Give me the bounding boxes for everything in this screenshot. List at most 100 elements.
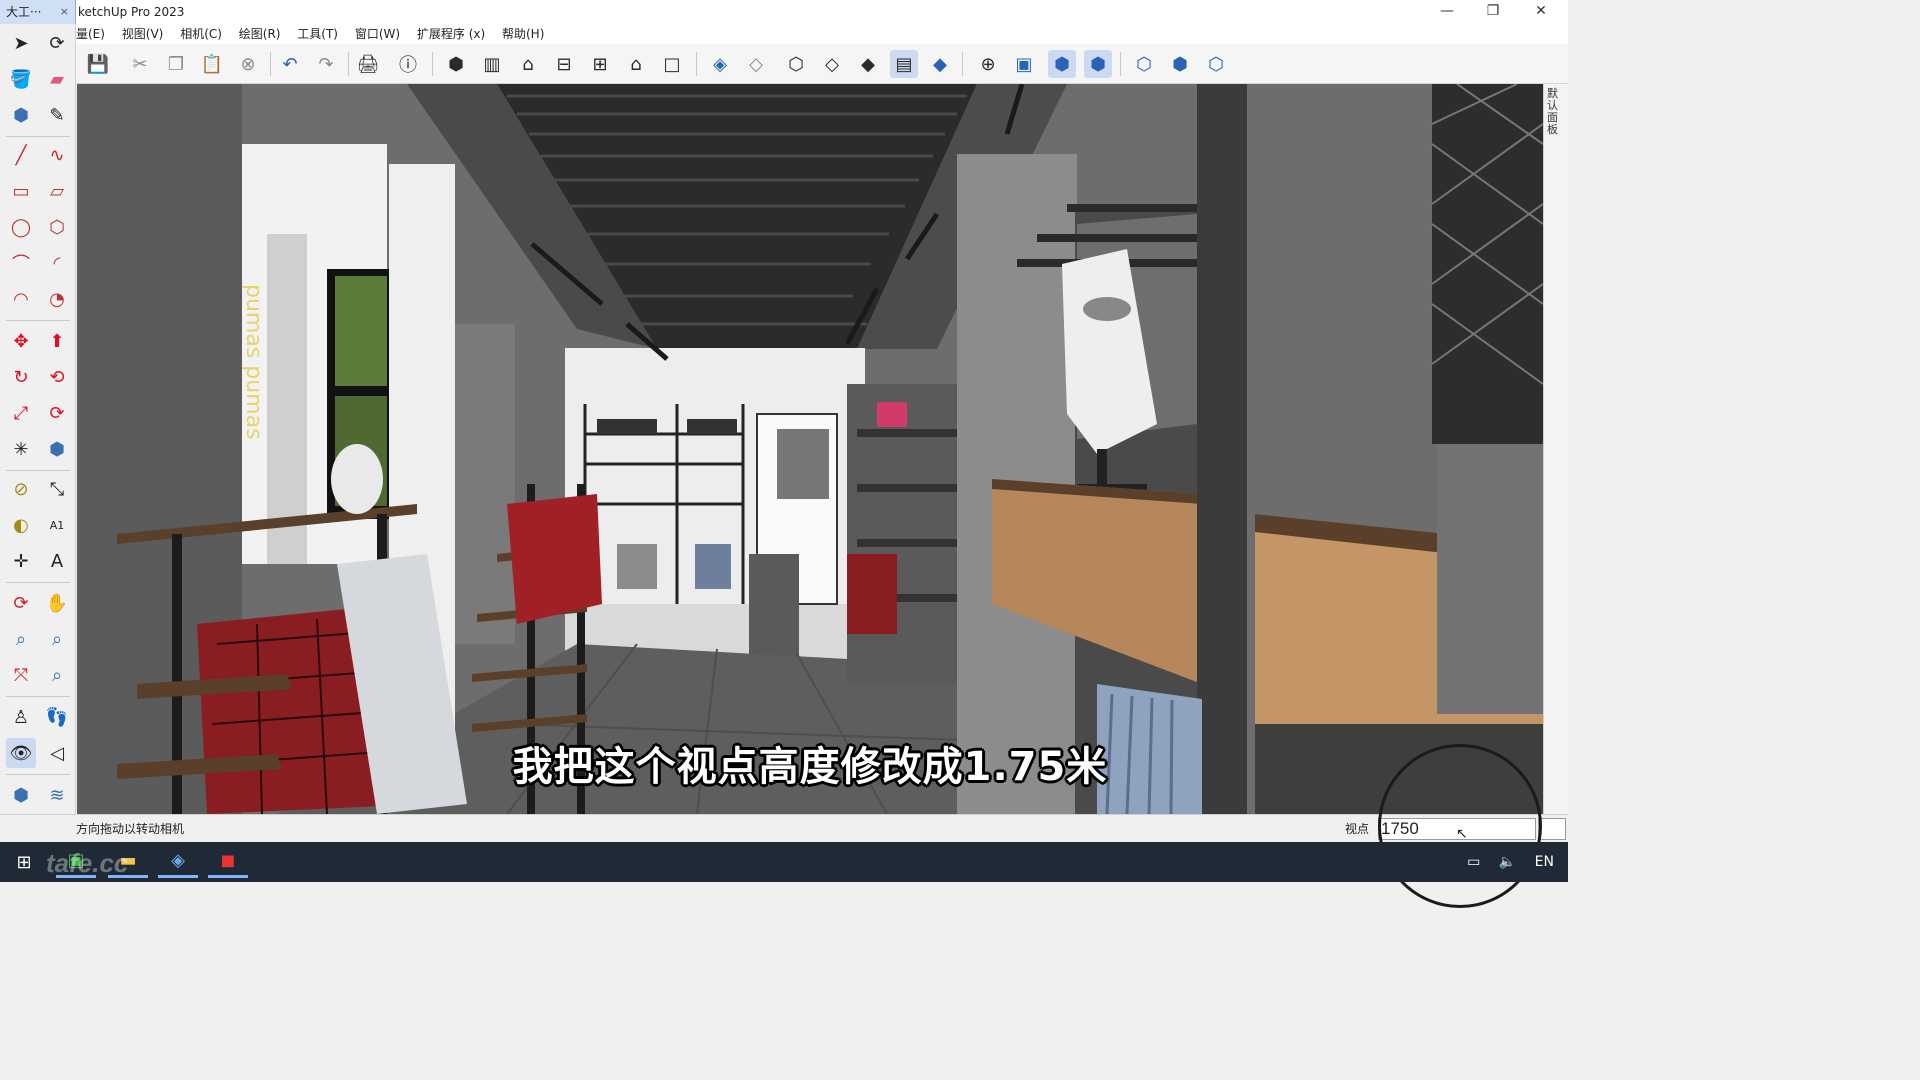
language-indicator[interactable]: EN [1535, 854, 1554, 870]
iso-view-icon[interactable]: ⬢ [442, 50, 470, 78]
axes-icon[interactable]: ✳ [6, 434, 36, 464]
paste-icon[interactable]: 📋 [198, 50, 226, 78]
section-icon[interactable]: ◁ [42, 738, 72, 768]
menu-help[interactable]: 帮助(H) [502, 24, 544, 44]
menu-view[interactable]: 视图(V) [122, 24, 164, 44]
tape-icon[interactable]: ✎ [42, 100, 72, 130]
axes-tool-icon[interactable]: ✛ [6, 546, 36, 576]
xray-icon[interactable]: ◈ [706, 50, 734, 78]
title-bar: 大工··· × ketchUp Pro 2023 — ❐ ✕ [0, 0, 1568, 24]
wireframe-icon[interactable]: ⬡ [782, 50, 810, 78]
undo-icon[interactable]: ↶ [276, 50, 304, 78]
menu-draw[interactable]: 绘图(R) [239, 24, 281, 44]
walk-icon[interactable]: 👣 [42, 702, 72, 732]
back-view-icon[interactable]: ⊞ [586, 50, 614, 78]
document-tab[interactable]: 大工··· × [0, 0, 76, 24]
zoom-icon[interactable]: ⌕ [6, 624, 36, 654]
tape-measure-icon[interactable]: ⊘ [6, 474, 36, 504]
move-icon[interactable]: ✥ [6, 326, 36, 356]
top-view-icon[interactable]: ▥ [478, 50, 506, 78]
close-button[interactable]: ✕ [1518, 0, 1564, 24]
component-icon[interactable]: ⬢ [6, 100, 36, 130]
rectangle-icon[interactable]: ▭ [6, 176, 36, 206]
measurements-extra-field[interactable] [1538, 818, 1566, 840]
zoom-extents-icon[interactable]: ⤧ [6, 660, 36, 690]
sandbox-icon[interactable]: ⬢ [6, 780, 36, 810]
monochrome-icon[interactable]: ◆ [926, 50, 954, 78]
sandbox-smoove-icon[interactable]: ≋ [42, 780, 72, 810]
toolbar-separator [6, 470, 70, 471]
3d-viewport[interactable]: pumas pumas 我把这个视点高度修改成1.75米 [77, 84, 1543, 814]
pie-icon[interactable]: ◔ [42, 284, 72, 314]
left-view-icon[interactable]: ⌂ [622, 50, 650, 78]
look-around-icon[interactable]: 👁 [6, 738, 36, 768]
toolbar-separator [6, 136, 70, 137]
menu-extensions[interactable]: 扩展程序 (x) [417, 24, 485, 44]
push-pull-icon[interactable]: ⬆ [42, 326, 72, 356]
dimension-icon[interactable]: ⤡ [42, 474, 72, 504]
minimize-button[interactable]: — [1424, 0, 1470, 24]
three-point-arc-icon[interactable]: ◠ [6, 284, 36, 314]
shaded-icon[interactable]: ◆ [854, 50, 882, 78]
3d-text-icon[interactable]: A [42, 546, 72, 576]
pan-icon[interactable]: ✋ [42, 588, 72, 618]
freehand-icon[interactable]: ∿ [42, 140, 72, 170]
solid-tools-icon[interactable]: ⬢ [42, 434, 72, 464]
protractor-icon[interactable]: ◐ [6, 510, 36, 540]
display-section-fill-icon[interactable]: ⬢ [1084, 50, 1112, 78]
components-icon[interactable]: ⬢ [1166, 50, 1194, 78]
model-info-icon[interactable]: ⓘ [394, 50, 422, 78]
select-icon[interactable]: ➤ [6, 28, 36, 58]
redo-icon[interactable]: ↷ [312, 50, 340, 78]
bottom-view-icon[interactable]: □ [658, 50, 686, 78]
previous-view-icon[interactable]: ⌕ [42, 660, 72, 690]
camtasia-icon[interactable]: ◼ [208, 846, 248, 878]
close-tab-icon[interactable]: × [60, 0, 69, 24]
shaded-textures-icon[interactable]: ▤ [890, 50, 918, 78]
right-view-icon[interactable]: ⊟ [550, 50, 578, 78]
hidden-line-icon[interactable]: ◇ [818, 50, 846, 78]
paint-bucket-icon[interactable]: 🪣 [6, 64, 36, 94]
erase-icon[interactable]: ⊗ [234, 50, 262, 78]
network-icon[interactable]: ▭ [1467, 854, 1480, 870]
menu-camera[interactable]: 相机(C) [180, 24, 222, 44]
materials-icon[interactable]: ⬡ [1202, 50, 1230, 78]
offset-icon[interactable]: ⟳ [42, 398, 72, 428]
section-plane-icon[interactable]: ⊕ [974, 50, 1002, 78]
print-icon[interactable]: 🖨 [354, 50, 382, 78]
orbit-small-icon[interactable]: ⟳ [42, 28, 72, 58]
zoom-window-icon[interactable]: ⌕ [42, 624, 72, 654]
left-toolbar: ➤ ⟳ 🪣 ▰ ⬢ ✎ ╱ ∿ ▭ ▱ ◯ ⬡ ⌒ ◜ ◠ ◔ ✥ ⬆ ↻ ⟲ … [0, 24, 76, 842]
polygon-icon[interactable]: ⬡ [42, 212, 72, 242]
circle-icon[interactable]: ◯ [6, 212, 36, 242]
rotated-rectangle-icon[interactable]: ▱ [42, 176, 72, 206]
text-icon[interactable]: A1 [42, 510, 72, 540]
eraser-icon[interactable]: ▰ [42, 64, 72, 94]
position-camera-icon[interactable]: ♙ [6, 702, 36, 732]
orbit-icon[interactable]: ⟳ [6, 588, 36, 618]
display-section-planes-icon[interactable]: ▣ [1010, 50, 1038, 78]
arc-icon[interactable]: ⌒ [6, 248, 36, 278]
copy-icon[interactable]: ❐ [162, 50, 190, 78]
menu-edit[interactable]: 量(E) [76, 24, 105, 44]
scale-icon[interactable]: ⤢ [6, 398, 36, 428]
start-icon[interactable]: ⊞ [4, 846, 44, 878]
sketchup-icon[interactable]: ◈ [158, 846, 198, 878]
line-icon[interactable]: ╱ [6, 140, 36, 170]
rotate-icon[interactable]: ↻ [6, 362, 36, 392]
window-title: ketchUp Pro 2023 [78, 5, 185, 19]
cut-icon[interactable]: ✂ [126, 50, 154, 78]
default-tray[interactable]: 默认面板 [1543, 84, 1568, 814]
back-edges-icon[interactable]: ◇ [742, 50, 770, 78]
maximize-button[interactable]: ❐ [1470, 0, 1516, 24]
save-icon[interactable]: 💾 [84, 50, 112, 78]
toolbar-separator [6, 696, 70, 697]
menu-tools[interactable]: 工具(T) [297, 24, 338, 44]
front-view-icon[interactable]: ⌂ [514, 50, 542, 78]
two-point-arc-icon[interactable]: ◜ [42, 248, 72, 278]
display-section-cuts-icon[interactable]: ⬢ [1048, 50, 1076, 78]
volume-icon[interactable]: 🔈 [1499, 854, 1516, 870]
menu-window[interactable]: 窗口(W) [355, 24, 400, 44]
outliner-icon[interactable]: ⬡ [1130, 50, 1158, 78]
follow-me-icon[interactable]: ⟲ [42, 362, 72, 392]
